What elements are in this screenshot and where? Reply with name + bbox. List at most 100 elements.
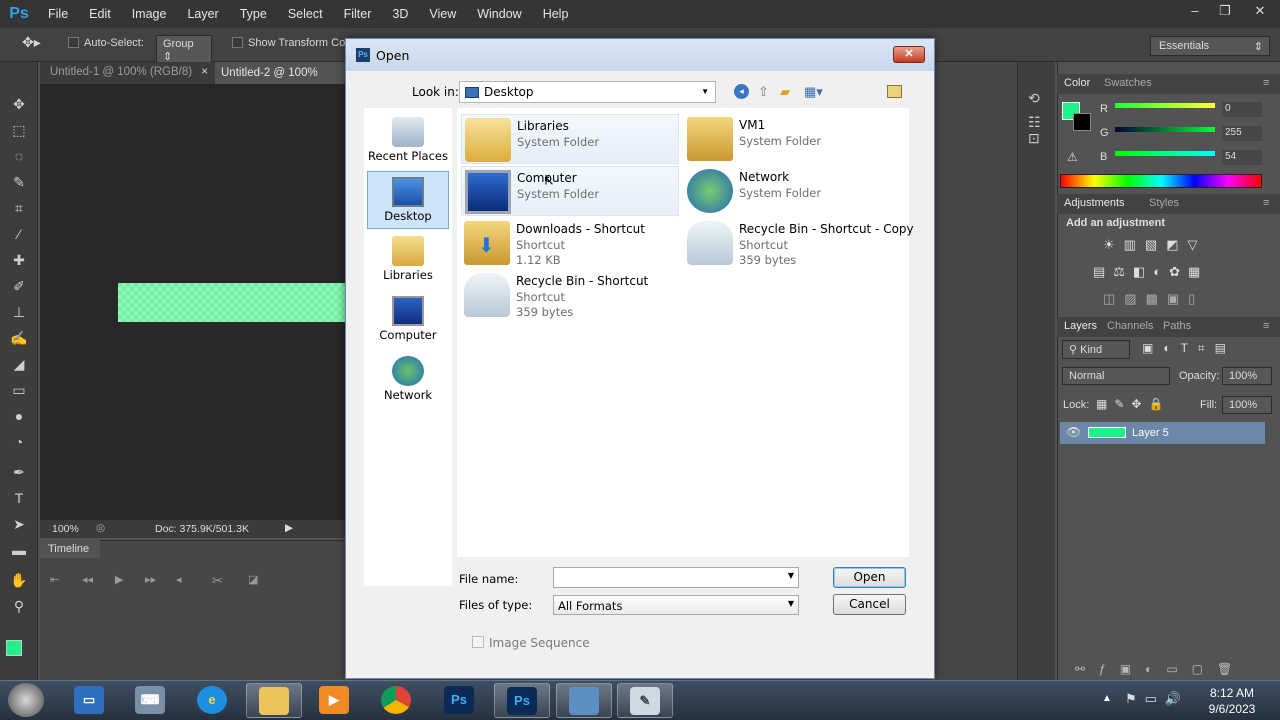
taskbar-paint[interactable]: ✎ xyxy=(617,683,673,718)
taskbar-photo-viewer[interactable] xyxy=(556,683,612,718)
fill-field[interactable]: 100% xyxy=(1222,396,1272,414)
place-desktop[interactable]: Desktop xyxy=(367,171,449,229)
adjustment-icons-row-1[interactable]: ☀▥▧◩▽ xyxy=(1103,237,1207,253)
zoom-level[interactable]: 100% xyxy=(52,523,79,535)
chevron-down-icon[interactable]: ▼ xyxy=(788,571,794,580)
adjustment-icons-row-2[interactable]: ▤⚖◧◐✿▦ xyxy=(1093,264,1208,280)
start-button[interactable] xyxy=(8,683,44,717)
history-brush-tool-icon[interactable]: ✍ xyxy=(9,328,29,348)
layer-name[interactable]: Layer 5 xyxy=(1132,427,1169,439)
tab-channels[interactable]: Channels xyxy=(1107,320,1153,332)
taskbar-app-1[interactable]: ▭ xyxy=(62,683,118,718)
tab-untitled-1[interactable]: Untitled-1 @ 100% (RGB/8) × xyxy=(50,66,208,78)
dodge-tool-icon[interactable]: ◔ xyxy=(9,432,29,452)
b-value[interactable]: 54 xyxy=(1222,150,1262,165)
split-icon[interactable]: ✂ xyxy=(212,573,223,589)
dialog-close-button[interactable]: ✕ xyxy=(893,46,925,63)
open-button[interactable]: Open xyxy=(833,567,906,588)
place-recent-places[interactable]: Recent Places xyxy=(367,112,449,170)
list-item-libraries[interactable]: Libraries System Folder xyxy=(461,114,679,164)
first-frame-icon[interactable]: ⇤ xyxy=(50,573,59,586)
r-slider[interactable] xyxy=(1115,103,1215,108)
view-menu-icon[interactable]: ▦▾ xyxy=(804,84,823,100)
tab-layers[interactable]: Layers xyxy=(1064,320,1097,332)
g-slider[interactable] xyxy=(1115,127,1215,132)
r-value[interactable]: 0 xyxy=(1222,102,1262,117)
g-value[interactable]: 255 xyxy=(1222,126,1262,141)
cancel-button[interactable]: Cancel xyxy=(833,594,906,615)
timeline-tab[interactable]: Timeline xyxy=(40,540,100,558)
hand-tool-icon[interactable]: ✋ xyxy=(9,570,29,590)
menu-layer[interactable]: Layer xyxy=(177,7,229,21)
look-in-dropdown[interactable]: Desktop ▼ xyxy=(459,81,716,103)
taskbar-chrome[interactable] xyxy=(369,683,425,718)
play-icon[interactable]: ▶ xyxy=(115,573,123,586)
files-of-type-select[interactable]: All Formats ▼ xyxy=(553,595,799,615)
gamut-warning-icon[interactable]: ⚠ xyxy=(1067,150,1078,164)
move-tool-icon[interactable]: ✥▸ xyxy=(22,34,41,51)
list-item-network[interactable]: Network System Folder xyxy=(684,166,902,216)
move-tool-icon[interactable]: ✥ xyxy=(9,94,29,114)
place-computer[interactable]: Computer xyxy=(367,291,449,349)
foreground-color-swatch[interactable] xyxy=(6,640,22,656)
layer-row[interactable]: 👁 Layer 5 xyxy=(1060,422,1265,444)
workspace-dropdown[interactable]: Essentials ⇕ xyxy=(1150,36,1270,56)
menu-type[interactable]: Type xyxy=(230,7,278,21)
taskbar-app-2[interactable]: ⌨ xyxy=(123,683,179,718)
menu-filter[interactable]: Filter xyxy=(334,7,383,21)
menu-3d[interactable]: 3D xyxy=(382,7,419,21)
gradient-tool-icon[interactable]: ▭ xyxy=(9,380,29,400)
info-icon[interactable]: ⊡ xyxy=(1028,130,1040,147)
zoom-tool-icon[interactable]: ⚲ xyxy=(9,596,29,616)
place-libraries[interactable]: Libraries xyxy=(367,231,449,289)
menu-edit[interactable]: Edit xyxy=(79,7,122,21)
panel-menu-icon[interactable]: ≡ xyxy=(1263,197,1269,209)
audio-icon[interactable]: ◂ xyxy=(176,573,182,586)
eraser-tool-icon[interactable]: ◢ xyxy=(9,354,29,374)
next-frame-icon[interactable]: ▸▸ xyxy=(145,573,156,586)
up-folder-icon[interactable]: ⇧ xyxy=(758,84,769,100)
menu-help[interactable]: Help xyxy=(533,7,580,21)
tab-untitled-2[interactable]: Untitled-2 @ 100% (Lay xyxy=(215,62,345,101)
document-canvas[interactable] xyxy=(118,283,345,322)
stamp-tool-icon[interactable]: ⊥ xyxy=(9,302,29,322)
menu-select[interactable]: Select xyxy=(278,7,334,21)
list-item-downloads-shortcut[interactable]: ⬇ Downloads - Shortcut Shortcut 1.12 KB xyxy=(461,218,679,268)
file-name-input[interactable]: ▼ xyxy=(553,567,799,588)
close-tab-icon[interactable]: × xyxy=(201,66,208,78)
auto-select-checkbox[interactable] xyxy=(68,37,79,48)
lock-icons[interactable]: ▦✎✥🔒 xyxy=(1096,397,1170,411)
menu-window[interactable]: Window xyxy=(467,7,532,21)
taskbar-media[interactable]: ▶ xyxy=(307,683,363,718)
auto-select-option[interactable]: Auto-Select: xyxy=(68,37,144,49)
adjustment-icons-row-3[interactable]: ◫▨▩▣▯ xyxy=(1103,291,1204,307)
taskbar-photoshop-2[interactable]: Ps xyxy=(494,683,550,718)
menu-image[interactable]: Image xyxy=(122,7,178,21)
list-item-computer[interactable]: Computer System Folder xyxy=(461,166,679,216)
back-icon[interactable]: ◂ xyxy=(734,84,749,99)
place-network[interactable]: Network xyxy=(367,351,449,409)
prev-frame-icon[interactable]: ◂◂ xyxy=(82,573,93,586)
color-background-swatch[interactable] xyxy=(1073,113,1091,131)
play-icon[interactable]: ▶ xyxy=(285,522,293,534)
new-folder-icon[interactable]: ▰ xyxy=(780,84,790,100)
taskbar-clock[interactable]: 8:12 AM 9/6/2023 xyxy=(1196,685,1268,717)
show-transform-option[interactable]: Show Transform Con xyxy=(232,37,351,49)
marquee-tool-icon[interactable]: ⬚ xyxy=(9,120,29,140)
properties-icon[interactable]: ☷ xyxy=(1028,114,1041,131)
visibility-icon[interactable]: 👁 xyxy=(1066,425,1081,439)
menu-view[interactable]: View xyxy=(419,7,467,21)
minimize-button[interactable]: – xyxy=(1180,0,1210,22)
transition-icon[interactable]: ◪ xyxy=(248,573,258,586)
path-select-tool-icon[interactable]: ➤ xyxy=(9,514,29,534)
tab-adjustments[interactable]: Adjustments xyxy=(1064,197,1125,209)
taskbar-ie[interactable]: e xyxy=(185,683,241,718)
list-item-recycle-bin-shortcut-copy[interactable]: Recycle Bin - Shortcut - Copy Shortcut 3… xyxy=(684,218,914,268)
taskbar-explorer[interactable] xyxy=(246,683,302,718)
image-sequence-checkbox[interactable] xyxy=(472,636,484,648)
eyedropper-tool-icon[interactable]: ⁄ xyxy=(9,224,29,244)
shape-tool-icon[interactable]: ▬ xyxy=(9,540,29,560)
tab-swatches[interactable]: Swatches xyxy=(1104,77,1152,89)
tab-paths[interactable]: Paths xyxy=(1163,320,1191,332)
panel-menu-icon[interactable]: ≡ xyxy=(1263,77,1269,89)
